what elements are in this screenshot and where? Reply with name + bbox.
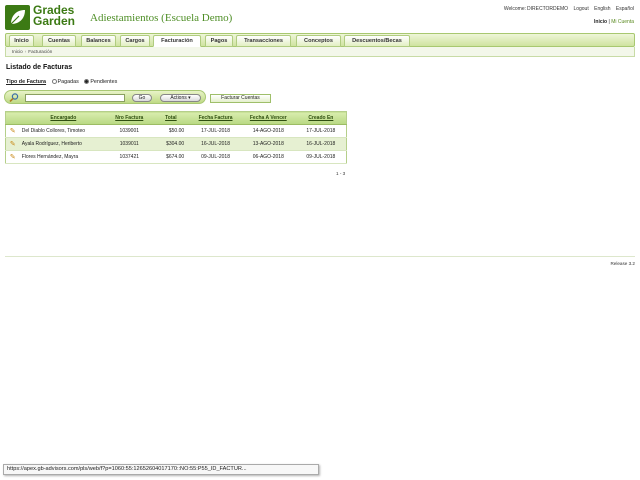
invoices-table: Encargado Nro Factura Total Fecha Factur… bbox=[5, 111, 347, 164]
cell-fecha-vencer: 06-AGO-2018 bbox=[240, 150, 296, 164]
user-bar: Welcome:DIRECTORDEMO Logout English Espa… bbox=[500, 6, 634, 12]
logo[interactable]: Grades Garden bbox=[5, 4, 83, 31]
cell-creado-en: 09-JUL-2018 bbox=[295, 150, 347, 164]
edit-cell[interactable]: ✎ bbox=[5, 150, 20, 164]
release-label: Release 3.2 bbox=[610, 261, 635, 266]
cell-total: $304.00 bbox=[151, 137, 191, 151]
actions-label: Actions bbox=[170, 95, 187, 101]
radio-pagadas[interactable]: Pagadas bbox=[51, 79, 79, 85]
cell-encargado: Del Diablo Collores, Timoteo bbox=[19, 124, 107, 138]
radio-pagadas-label: Pagadas bbox=[57, 79, 79, 85]
cell-fecha-factura: 16-JUL-2018 bbox=[190, 137, 241, 151]
edit-cell[interactable]: ✎ bbox=[5, 137, 20, 151]
tab-transacciones[interactable]: Transacciones bbox=[236, 35, 291, 47]
radio-pagadas-circle[interactable] bbox=[51, 79, 57, 84]
edit-pencil-icon[interactable]: ✎ bbox=[9, 154, 16, 161]
col-fecha-vencer[interactable]: Fecha A Vencer bbox=[240, 111, 296, 125]
search-input[interactable] bbox=[25, 94, 125, 102]
tab-conceptos[interactable]: Conceptos bbox=[296, 35, 341, 47]
cell-creado-en: 16-JUL-2018 bbox=[295, 137, 347, 151]
cell-fecha-factura: 17-JUL-2018 bbox=[190, 124, 241, 138]
cell-fecha-vencer: 14-AGO-2018 bbox=[240, 124, 296, 138]
col-fecha-factura[interactable]: Fecha Factura bbox=[190, 111, 241, 125]
cell-nro-factura: 1039011 bbox=[106, 137, 152, 151]
breadcrumb-home[interactable]: Inicio bbox=[12, 49, 23, 54]
table-row: ✎ Ayala Rodríguez, Heriberto 1039011 $30… bbox=[5, 137, 347, 151]
breadcrumb-separator: › bbox=[24, 49, 27, 54]
col-creado-en[interactable]: Creado En bbox=[295, 111, 347, 125]
lang-spanish-link[interactable]: Español bbox=[616, 6, 634, 12]
logo-leaf-icon bbox=[5, 5, 30, 30]
cell-nro-factura: 1037421 bbox=[106, 150, 152, 164]
edit-column-header bbox=[5, 111, 20, 125]
col-encargado[interactable]: Encargado bbox=[19, 111, 107, 125]
radio-pendientes-circle[interactable] bbox=[84, 79, 90, 84]
edit-cell[interactable]: ✎ bbox=[5, 124, 20, 138]
col-total[interactable]: Total bbox=[151, 111, 191, 125]
tab-descuentos-becas[interactable]: Descuentos/Becas bbox=[344, 35, 410, 47]
cell-creado-en: 17-JUL-2018 bbox=[295, 124, 347, 138]
link-separator: | bbox=[608, 19, 610, 25]
tab-inicio[interactable]: Inicio bbox=[9, 35, 34, 47]
my-account-link[interactable]: Mi Cuenta bbox=[611, 19, 634, 25]
table-header-row: Encargado Nro Factura Total Fecha Factur… bbox=[5, 111, 347, 125]
invoice-type-label: Tipo de Factura bbox=[6, 79, 47, 85]
col-nro-factura[interactable]: Nro Factura bbox=[106, 111, 152, 125]
tab-cargos[interactable]: Cargos bbox=[120, 35, 150, 47]
browser-status-url: https://apex.gb-advisors.com/pls/web/f?p… bbox=[3, 464, 319, 475]
table-row: ✎ Flores Hernández, Mayra 1037421 $674.0… bbox=[5, 150, 347, 164]
tab-facturacion[interactable]: Facturación bbox=[153, 35, 201, 47]
search-icon[interactable] bbox=[9, 93, 19, 103]
tab-balances[interactable]: Balances bbox=[81, 35, 116, 47]
facturar-cuentas-button[interactable]: Facturar Cuentas bbox=[210, 94, 271, 103]
logo-line-2: Garden bbox=[33, 14, 76, 28]
cell-fecha-vencer: 13-AGO-2018 bbox=[240, 137, 296, 151]
logo-text: Grades Garden bbox=[33, 4, 76, 28]
main-nav: Inicio Cuentas Balances Cargos Facturaci… bbox=[5, 33, 635, 47]
tab-pagos[interactable]: Pagos bbox=[205, 35, 233, 47]
footer-divider bbox=[5, 256, 635, 257]
app-title: Adiestamientos (Escuela Demo) bbox=[90, 12, 233, 24]
tab-cuentas[interactable]: Cuentas bbox=[42, 35, 76, 47]
breadcrumb-current: Facturación bbox=[28, 49, 53, 54]
cell-total: $674.00 bbox=[151, 150, 191, 164]
cell-encargado: Ayala Rodríguez, Heriberto bbox=[19, 137, 107, 151]
cell-encargado: Flores Hernández, Mayra bbox=[19, 150, 107, 164]
actions-menu-button[interactable]: Actions ▾ bbox=[160, 94, 201, 102]
pagination-label: 1 - 3 bbox=[336, 171, 346, 176]
logout-link[interactable]: Logout bbox=[573, 6, 588, 12]
region-title: Listado de Facturas bbox=[6, 64, 73, 71]
lang-english-link[interactable]: English bbox=[594, 6, 610, 12]
edit-pencil-icon[interactable]: ✎ bbox=[9, 128, 16, 135]
breadcrumb: Inicio › Facturación bbox=[5, 47, 635, 57]
edit-pencil-icon[interactable]: ✎ bbox=[9, 141, 16, 148]
cell-nro-factura: 1039001 bbox=[106, 124, 152, 138]
chevron-down-icon: ▾ bbox=[188, 95, 191, 101]
radio-pendientes[interactable]: Pendientes bbox=[84, 79, 117, 85]
table-row: ✎ Del Diablo Collores, Timoteo 1039001 $… bbox=[5, 124, 347, 138]
cell-total: $50.00 bbox=[151, 124, 191, 138]
username: DIRECTORDEMO bbox=[527, 6, 569, 12]
account-links: Inicio | Mi Cuenta bbox=[594, 19, 634, 25]
invoice-type-filter: Tipo de Factura Pagadas Pendientes bbox=[6, 79, 121, 85]
home-link[interactable]: Inicio bbox=[594, 19, 607, 25]
search-bar: Go Actions ▾ bbox=[4, 90, 206, 104]
cell-fecha-factura: 09-JUL-2018 bbox=[190, 150, 241, 164]
go-button[interactable]: Go bbox=[132, 94, 152, 102]
welcome-label: Welcome: bbox=[503, 6, 527, 12]
radio-pendientes-label: Pendientes bbox=[90, 79, 118, 85]
